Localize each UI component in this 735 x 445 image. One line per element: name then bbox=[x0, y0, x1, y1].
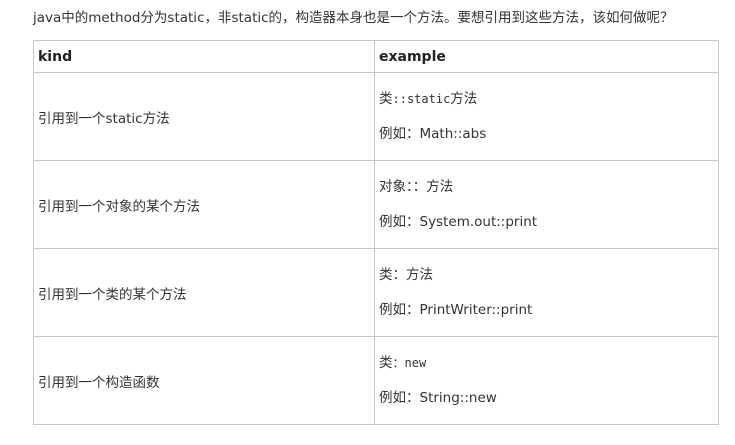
syntax-suffix: 方法 bbox=[426, 179, 454, 195]
header-kind: kind bbox=[33, 40, 375, 73]
method-reference-table: kind example 引用到一个static方法 类::static方法 例… bbox=[33, 40, 719, 425]
table-row: 引用到一个类的某个方法 类：方法 例如：PrintWriter::print bbox=[33, 248, 719, 337]
example-cell: 类::static方法 例如：Math::abs bbox=[374, 72, 719, 161]
syntax-suffix: 方法 bbox=[406, 267, 433, 283]
example-cell: 类：方法 例如：PrintWriter::print bbox=[374, 248, 719, 337]
example-text: 例如：PrintWriter::print bbox=[379, 302, 533, 318]
syntax-code: ：： bbox=[406, 179, 427, 195]
example-syntax: 类：new bbox=[379, 354, 714, 372]
example-cell: 对象：：方法 例如：System.out::print bbox=[374, 160, 719, 249]
table-row: 引用到一个static方法 类::static方法 例如：Math::abs bbox=[33, 72, 719, 161]
example-cell: 类：new 例如：String::new bbox=[374, 336, 719, 425]
example-text: 例如：Math::abs bbox=[379, 126, 487, 142]
table-row: 引用到一个对象的某个方法 对象：：方法 例如：System.out::print bbox=[33, 160, 719, 249]
intro-text: java中的method分为static，非static的，构造器本身也是一个方… bbox=[33, 10, 674, 26]
kind-cell: 引用到一个类的某个方法 bbox=[33, 248, 375, 337]
syntax-code: ：new bbox=[392, 356, 427, 370]
kind-cell: 引用到一个static方法 bbox=[33, 72, 375, 161]
syntax-prefix: 对象 bbox=[379, 179, 406, 195]
table-row: 引用到一个构造函数 类：new 例如：String::new bbox=[33, 336, 719, 425]
kind-cell: 引用到一个构造函数 bbox=[33, 336, 375, 425]
syntax-code: ： bbox=[392, 267, 407, 283]
example-syntax: 类::static方法 bbox=[379, 90, 714, 108]
example-syntax: 类：方法 bbox=[379, 266, 714, 284]
example-syntax: 对象：：方法 bbox=[379, 178, 714, 196]
header-example: example bbox=[374, 40, 719, 73]
syntax-suffix: 方法 bbox=[450, 91, 478, 107]
syntax-prefix: 类 bbox=[379, 91, 393, 107]
kind-cell: 引用到一个对象的某个方法 bbox=[33, 160, 375, 249]
example-text: 例如：String::new bbox=[379, 390, 497, 406]
example-text: 例如：System.out::print bbox=[379, 214, 538, 230]
table-header-row: kind example bbox=[33, 40, 719, 73]
syntax-code: ::static bbox=[392, 92, 451, 106]
syntax-prefix: 类 bbox=[379, 355, 393, 371]
syntax-prefix: 类 bbox=[379, 267, 393, 283]
